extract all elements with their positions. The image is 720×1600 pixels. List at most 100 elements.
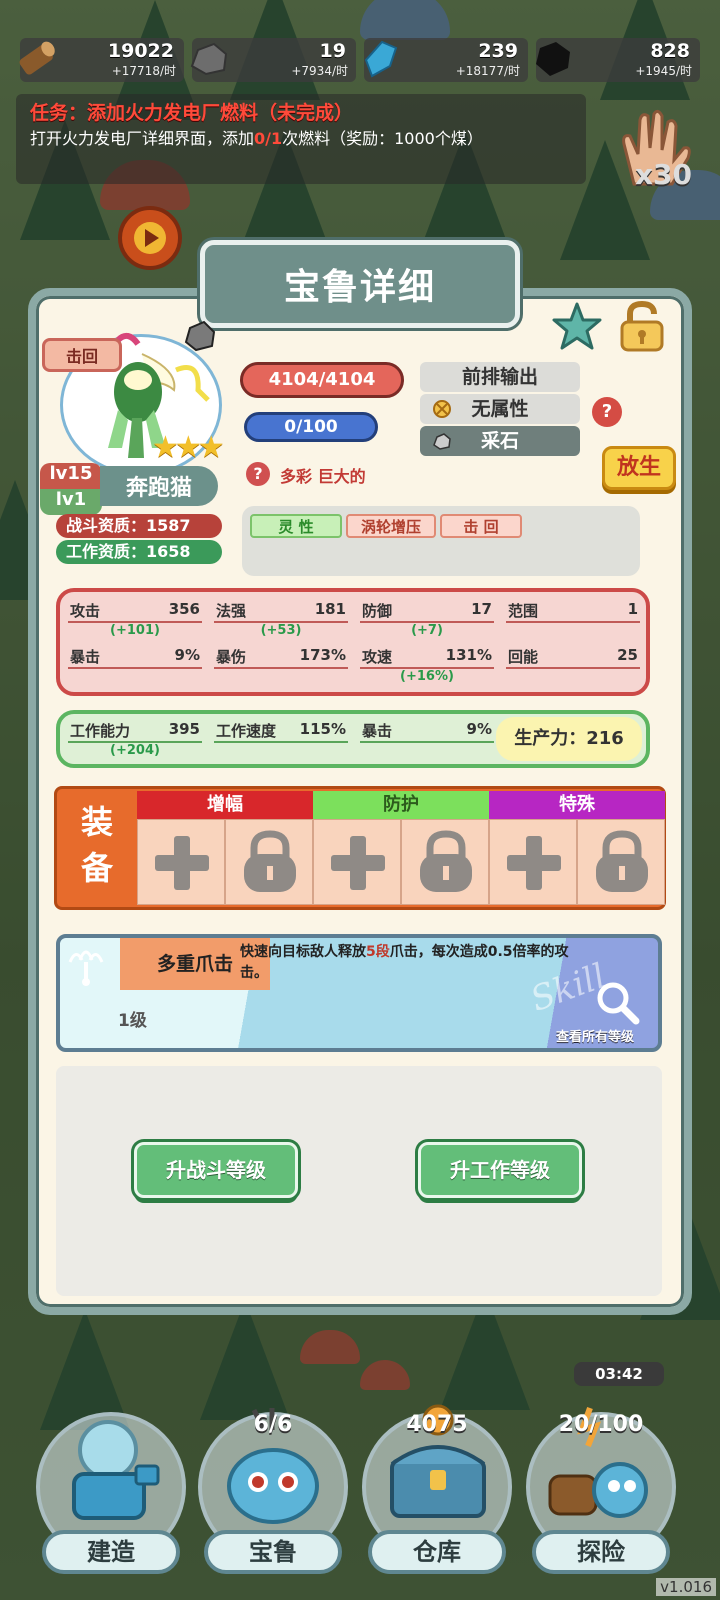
- stat-key: 攻击: [70, 602, 101, 620]
- equipment-slot-add[interactable]: [137, 819, 225, 905]
- stat-underline: [68, 667, 202, 669]
- equipment-slot-locked[interactable]: [577, 819, 665, 905]
- stat-key: 法强: [216, 602, 247, 620]
- lock-icon: [244, 830, 296, 892]
- stat-underline: [214, 741, 348, 743]
- role-element-label: 无属性: [471, 398, 529, 420]
- energy-count: 20/100: [558, 1412, 644, 1437]
- lock-icon: [420, 830, 472, 892]
- stat-attack-speed: 攻速 131% (+16%): [356, 642, 498, 688]
- resource-value: 19: [319, 40, 346, 62]
- crystal-icon: [364, 40, 398, 78]
- plus-icon: [331, 836, 385, 890]
- stat-work-crit: 暴击 9%: [356, 716, 498, 762]
- plus-icon: [155, 836, 209, 890]
- skill-description: 快速向目标敌人释放5段爪击，每次造成0.5倍率的攻击。: [240, 942, 580, 984]
- nav-label: 探险: [532, 1530, 670, 1574]
- trait-tag[interactable]: 涡轮增压: [346, 514, 436, 538]
- favorite-star-icon[interactable]: [550, 300, 604, 354]
- equipment-panel: 装 备 增幅 防护 特殊: [54, 786, 666, 910]
- stat-key: 工作速度: [216, 722, 277, 740]
- work-level: lv1: [40, 489, 102, 515]
- resource-crystal: 239 +18177/时: [364, 38, 528, 82]
- multiplier-label: x30: [634, 158, 692, 191]
- trait-tag[interactable]: 灵 性: [250, 514, 342, 538]
- stat-value: 131%: [445, 646, 492, 664]
- stat-bonus: (+7): [411, 623, 443, 638]
- equipment-slot-locked[interactable]: [225, 819, 313, 905]
- unlock-icon[interactable]: [614, 298, 670, 354]
- nav-explore-button[interactable]: 20/100 探险: [526, 1380, 676, 1580]
- stat-magic-power: 法强 181 (+53): [210, 596, 352, 642]
- stat-key: 范围: [508, 602, 539, 620]
- stat-value: 181: [314, 600, 346, 618]
- stat-value: 9%: [174, 646, 200, 664]
- nav-build-button[interactable]: 建造: [36, 1380, 186, 1580]
- task-banner[interactable]: 任务：添加火力发电厂燃料（未完成） 打开火力发电厂详细界面，添加0/1次燃料（奖…: [16, 94, 586, 184]
- resource-rate: +1945/时: [635, 64, 692, 78]
- stone-icon: [433, 433, 451, 450]
- role-position: 前排输出: [420, 362, 580, 392]
- trait-tag[interactable]: 击 回: [440, 514, 522, 538]
- plus-icon: [507, 836, 561, 890]
- equipment-slot-add[interactable]: [489, 819, 577, 905]
- warehouse-count: 4075: [406, 1412, 468, 1437]
- resource-value: 828: [650, 40, 690, 62]
- stat-work-speed: 工作速度 115%: [210, 716, 352, 762]
- coal-icon: [536, 42, 570, 76]
- skill-level: 1级: [118, 1011, 147, 1031]
- stat-bonus: (+204): [110, 743, 160, 758]
- no-element-icon: [433, 400, 451, 418]
- stat-energy-regen: 回能 25: [502, 642, 644, 688]
- stat-key: 攻速: [362, 648, 393, 666]
- stat-bonus: (+53): [260, 623, 302, 638]
- combat-level: lv15: [40, 463, 102, 489]
- stat-value: 173%: [299, 646, 346, 664]
- magnifier-icon[interactable]: [592, 978, 642, 1028]
- stat-underline: [506, 667, 640, 669]
- stat-key: 防御: [362, 602, 393, 620]
- see-all-levels-link[interactable]: 查看所有等级: [556, 1026, 634, 1045]
- stat-defense: 防御 17 (+7): [356, 596, 498, 642]
- resource-coal: 828 +1945/时: [536, 38, 700, 82]
- equipment-label-char: 备: [80, 849, 113, 887]
- wood-log-icon: [19, 41, 55, 75]
- pet-count: 6/6: [253, 1412, 293, 1437]
- nav-pets-button[interactable]: 6/6 宝鲁: [198, 1380, 348, 1580]
- skill-card[interactable]: 多重爪击 1级 快速向目标敌人释放5段爪击，每次造成0.5倍率的攻击。 Skil…: [56, 934, 662, 1052]
- pet-skill-tag: 击回: [42, 338, 122, 372]
- role-work-label: 采石: [480, 430, 519, 452]
- panel-title-tab: 宝鲁详细: [200, 240, 520, 328]
- trait-tags-box: 灵 性 涡轮增压 击 回: [242, 506, 640, 576]
- equipment-slot-add[interactable]: [313, 819, 401, 905]
- combat-aptitude: 战斗资质：1587: [56, 514, 222, 538]
- stat-work-ability: 工作能力 395 (+204): [64, 716, 206, 762]
- role-help-icon[interactable]: ?: [592, 397, 622, 427]
- skill-desc-highlight: 5段: [366, 944, 390, 960]
- stat-bonus: (+101): [110, 623, 160, 638]
- equipment-label: 装 备: [57, 789, 137, 907]
- nav-label: 仓库: [368, 1530, 506, 1574]
- stone-icon: [184, 320, 216, 352]
- release-button[interactable]: 放生: [602, 446, 676, 490]
- task-progress: 0/1: [254, 129, 283, 148]
- nav-label: 宝鲁: [204, 1530, 342, 1574]
- hp-bar: 4104/4104: [240, 362, 404, 398]
- resource-value: 239: [478, 40, 518, 62]
- play-video-button[interactable]: [118, 206, 182, 270]
- task-title: 任务：添加火力发电厂燃料（未完成）: [30, 102, 354, 124]
- build-machine-icon: [72, 1420, 160, 1520]
- equipment-slot-locked[interactable]: [401, 819, 489, 905]
- stat-value: 9%: [466, 720, 492, 738]
- pet-level-box: lv15 lv1: [40, 463, 102, 515]
- upgrade-work-level-button[interactable]: 升工作等级: [418, 1142, 582, 1198]
- nav-warehouse-button[interactable]: 4075 仓库: [362, 1380, 512, 1580]
- nav-label: 建造: [42, 1530, 180, 1574]
- stat-crit-damage: 暴伤 173%: [210, 642, 352, 688]
- task-desc-pre: 打开火力发电厂详细界面，添加: [30, 129, 255, 148]
- upgrade-combat-level-button[interactable]: 升战斗等级: [134, 1142, 298, 1198]
- trait-help-icon[interactable]: ?: [246, 462, 270, 486]
- equipment-group-special: 特殊: [489, 791, 665, 819]
- skill-desc-part: 快速向目标敌人释放: [240, 944, 366, 960]
- stat-bonus: (+16%): [400, 669, 454, 684]
